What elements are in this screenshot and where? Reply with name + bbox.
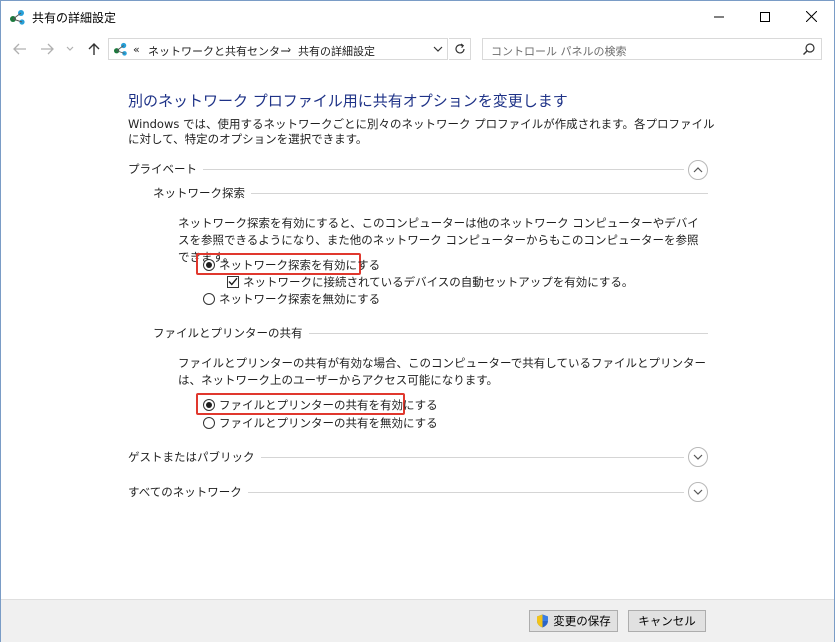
- minimize-button[interactable]: [696, 1, 742, 32]
- file-sharing-text: ファイルとプリンターの共有が有効な場合、このコンピューターで共有しているファイル…: [178, 356, 706, 387]
- title-bar[interactable]: 共有の詳細設定: [1, 1, 834, 32]
- refresh-icon: [454, 43, 465, 54]
- file-sharing-heading: ファイルとプリンターの共有: [153, 325, 309, 341]
- maximize-button[interactable]: [742, 1, 788, 32]
- collapse-private-chevron-up-icon[interactable]: [688, 160, 708, 180]
- back-arrow-icon[interactable]: [11, 40, 29, 58]
- section-all-networks-label[interactable]: すべてのネットワーク: [128, 484, 248, 500]
- radio-selected-icon[interactable]: [203, 398, 215, 411]
- checkbox-auto-setup[interactable]: ネットワークに接続されているデバイスの自動セットアップを有効にする。: [227, 273, 633, 290]
- checkbox-label: ネットワークに接続されているデバイスの自動セットアップを有効にする。: [243, 274, 634, 289]
- close-button[interactable]: [788, 1, 834, 32]
- search-icon[interactable]: [802, 42, 816, 59]
- breadcrumb-separator[interactable]: ›: [287, 43, 291, 56]
- page-heading: 別のネットワーク プロファイル用に共有オプションを変更します: [128, 92, 568, 110]
- footer-bar: [1, 599, 834, 642]
- up-arrow-icon[interactable]: [85, 40, 103, 58]
- cancel-button-label: キャンセル: [638, 614, 696, 628]
- radio-network-discovery-on[interactable]: ネットワーク探索を有効にする: [203, 256, 380, 273]
- save-button-label: 変更の保存: [553, 614, 611, 628]
- section-private-label[interactable]: プライベート: [128, 161, 203, 177]
- network-app-icon: [9, 9, 27, 25]
- search-input[interactable]: コントロール パネルの検索: [491, 43, 627, 59]
- address-dropdown-chevron-icon[interactable]: [429, 38, 447, 60]
- uac-shield-icon: [537, 614, 549, 628]
- forward-arrow-icon[interactable]: [38, 40, 56, 58]
- radio-file-sharing-on[interactable]: ファイルとプリンターの共有を有効にする: [203, 396, 438, 413]
- recent-chevron-down-icon[interactable]: [64, 40, 76, 58]
- expand-all-networks-chevron-down-icon[interactable]: [688, 482, 708, 502]
- radio-label: ネットワーク探索を無効にする: [219, 291, 381, 306]
- radio-selected-icon[interactable]: [203, 258, 215, 271]
- radio-label: ネットワーク探索を有効にする: [219, 257, 381, 272]
- radio-unselected-icon[interactable]: [203, 416, 215, 429]
- cancel-button[interactable]: キャンセル: [628, 610, 706, 632]
- breadcrumb-item-network-center[interactable]: ネットワークと共有センター: [148, 43, 291, 59]
- address-bar[interactable]: « ネットワークと共有センター › 共有の詳細設定: [108, 38, 448, 60]
- breadcrumb-prefix[interactable]: «: [133, 43, 140, 56]
- window: 共有の詳細設定 « ネットワークと共有センター › 共有の詳細設定 コントロール…: [0, 0, 835, 642]
- radio-network-discovery-off[interactable]: ネットワーク探索を無効にする: [203, 290, 380, 307]
- breadcrumb-item-advanced-sharing[interactable]: 共有の詳細設定: [298, 43, 375, 59]
- private-divider: [128, 169, 684, 170]
- section-guest-public-label[interactable]: ゲストまたはパブリック: [128, 449, 261, 465]
- network-location-icon: [113, 42, 129, 59]
- radio-label: ファイルとプリンターの共有を無効にする: [219, 415, 438, 430]
- page-description: Windows では、使用するネットワークごとに別々のネットワーク プロファイル…: [128, 117, 715, 146]
- radio-label: ファイルとプリンターの共有を有効にする: [219, 397, 438, 412]
- refresh-button[interactable]: [449, 38, 471, 60]
- search-box[interactable]: コントロール パネルの検索: [482, 38, 822, 60]
- checkbox-checked-icon[interactable]: [227, 275, 239, 288]
- network-discovery-heading: ネットワーク探索: [153, 185, 251, 201]
- expand-guest-public-chevron-down-icon[interactable]: [688, 447, 708, 467]
- radio-file-sharing-off[interactable]: ファイルとプリンターの共有を無効にする: [203, 414, 438, 431]
- window-title: 共有の詳細設定: [32, 11, 117, 25]
- radio-unselected-icon[interactable]: [203, 292, 215, 305]
- save-changes-button[interactable]: 変更の保存: [529, 610, 618, 632]
